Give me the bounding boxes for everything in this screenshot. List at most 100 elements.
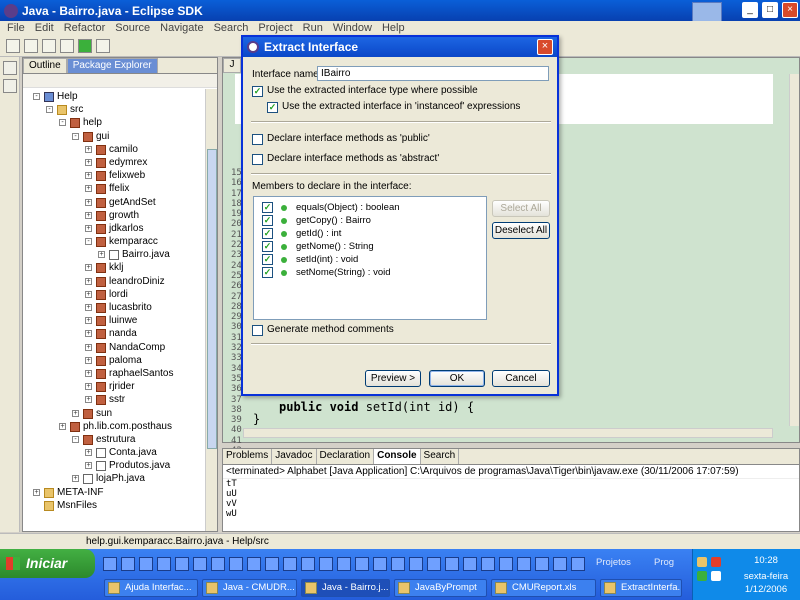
quicklaunch-app-icon[interactable] (193, 557, 207, 571)
quicklaunch-java-icon[interactable] (211, 557, 225, 571)
expand-icon[interactable]: + (85, 185, 92, 193)
quicklaunch-ie-icon[interactable] (121, 557, 135, 571)
collapse-icon[interactable]: - (85, 238, 92, 246)
select-all-button[interactable]: Select All (492, 200, 550, 217)
members-list[interactable]: ✓ equals(Object) : boolean ✓ getCopy() : Ba… (253, 196, 487, 320)
expand-icon[interactable]: + (85, 224, 92, 232)
tree-item[interactable]: + raphaelSantos (23, 367, 217, 380)
debug-icon[interactable] (60, 38, 74, 53)
menu-run[interactable]: Run (298, 22, 328, 34)
menu-edit[interactable]: Edit (30, 22, 59, 34)
start-button[interactable]: Iniciar (0, 549, 95, 578)
expand-icon[interactable]: + (85, 290, 92, 298)
ok-button[interactable]: OK (429, 370, 485, 387)
use-type-checkbox[interactable]: ✓ (252, 86, 263, 97)
save-icon[interactable] (24, 38, 38, 53)
collapse-icon[interactable]: - (33, 93, 40, 100)
tree-item[interactable]: - estrutura (23, 433, 217, 446)
expand-icon[interactable]: + (85, 462, 92, 470)
collapse-icon[interactable]: - (59, 119, 66, 127)
menu-file[interactable]: File (2, 22, 30, 34)
tab-search[interactable]: Search (421, 449, 460, 464)
expand-icon[interactable]: + (85, 211, 92, 219)
member-checkbox[interactable]: ✓ (262, 202, 273, 213)
tree-item[interactable]: + lordi (23, 288, 217, 301)
taskbar-button[interactable]: Java - Bairro.j... (301, 579, 390, 597)
tree-item[interactable]: + paloma (23, 354, 217, 367)
tree-item[interactable]: + rjrider (23, 380, 217, 393)
taskbar-button[interactable]: Java - CMUDR... (202, 579, 297, 597)
expand-icon[interactable]: + (85, 383, 92, 391)
print-icon[interactable] (42, 38, 56, 53)
tree-item[interactable]: + luinwe (23, 314, 217, 327)
tree-item[interactable]: + nanda (23, 327, 217, 340)
quicklaunch-misc-icon[interactable] (265, 557, 279, 571)
tree-item[interactable]: + sstr (23, 393, 217, 406)
code-line-close[interactable]: } (253, 412, 260, 426)
quicklaunch-excel-icon[interactable] (229, 557, 243, 571)
quicklaunch-misc-icon[interactable] (517, 557, 531, 571)
menu-help[interactable]: Help (377, 22, 410, 34)
expand-icon[interactable]: + (85, 317, 92, 325)
editor-v-scrollbar[interactable] (789, 74, 799, 426)
tree-item[interactable]: + lucasbrito (23, 301, 217, 314)
tab-problems[interactable]: Problems (223, 449, 273, 464)
taskbar-button[interactable]: CMUReport.xls (491, 579, 596, 597)
quicklaunch-misc-icon[interactable] (463, 557, 477, 571)
quicklaunch-word-icon[interactable] (157, 557, 171, 571)
tree-item[interactable]: + Produtos.java (23, 459, 217, 472)
menu-refactor[interactable]: Refactor (59, 22, 111, 34)
quicklaunch-winamp-icon[interactable] (175, 557, 189, 571)
taskbar-button[interactable]: Ajuda Interfac... (104, 579, 198, 597)
expand-icon[interactable]: + (98, 251, 105, 259)
expand-icon[interactable]: + (85, 449, 92, 457)
expand-icon[interactable]: + (85, 145, 92, 153)
quicklaunch-misc-icon[interactable] (391, 557, 405, 571)
member-checkbox[interactable]: ✓ (262, 215, 273, 226)
tree-item[interactable]: + leandroDiniz (23, 275, 217, 288)
tree-item[interactable]: - gui (23, 130, 217, 143)
expand-icon[interactable]: + (85, 264, 92, 272)
code-line-setid[interactable]: public void setId(int id) { (279, 400, 474, 414)
tree-item[interactable]: + ph.lib.com.posthaus (23, 420, 217, 433)
member-row[interactable]: ✓ getId() : int (254, 227, 486, 240)
public-checkbox[interactable] (252, 134, 263, 145)
quicklaunch-misc-icon[interactable] (481, 557, 495, 571)
collapse-icon[interactable]: - (72, 435, 79, 443)
interface-name-input[interactable]: IBairro (317, 66, 549, 81)
expand-icon[interactable]: + (85, 158, 92, 166)
preview-button[interactable]: Preview > (365, 370, 421, 387)
menu-window[interactable]: Window (328, 22, 377, 34)
tree-scroll-thumb[interactable] (207, 149, 217, 449)
member-checkbox[interactable]: ✓ (262, 267, 273, 278)
tray-icon[interactable] (697, 557, 707, 567)
quicklaunch-misc-icon[interactable] (553, 557, 567, 571)
tree-item[interactable]: + edymrex (23, 156, 217, 169)
external-tools-icon[interactable] (96, 38, 110, 53)
toolbar-group-prog[interactable]: Prog (654, 553, 674, 573)
menu-source[interactable]: Source (110, 22, 155, 34)
expand-icon[interactable]: + (59, 422, 66, 430)
quicklaunch-misc-icon[interactable] (499, 557, 513, 571)
run-icon[interactable] (78, 38, 92, 53)
member-row[interactable]: ✓ equals(Object) : boolean (254, 201, 486, 214)
expand-icon[interactable]: + (72, 475, 79, 483)
tree-item[interactable]: - kemparacc (23, 235, 217, 248)
toolbar-group-projetos[interactable]: Projetos (596, 553, 631, 573)
tree-item[interactable]: - help (23, 116, 217, 129)
quicklaunch-misc-icon[interactable] (355, 557, 369, 571)
new-icon[interactable] (6, 38, 20, 53)
maximize-button[interactable]: □ (762, 2, 778, 18)
quicklaunch-misc-icon[interactable] (427, 557, 441, 571)
dialog-close-button[interactable]: × (537, 39, 553, 55)
member-checkbox[interactable]: ✓ (262, 254, 273, 265)
tab-outline[interactable]: Outline (23, 58, 67, 73)
menu-search[interactable]: Search (209, 22, 254, 34)
instanceof-checkbox[interactable]: ✓ (267, 102, 278, 113)
abstract-checkbox[interactable] (252, 154, 263, 165)
generate-comments-checkbox[interactable] (252, 325, 263, 336)
java-perspective-icon[interactable] (3, 79, 17, 93)
menu-navigate[interactable]: Navigate (155, 22, 208, 34)
quicklaunch-misc-icon[interactable] (337, 557, 351, 571)
tree-item[interactable]: + NandaComp (23, 341, 217, 354)
